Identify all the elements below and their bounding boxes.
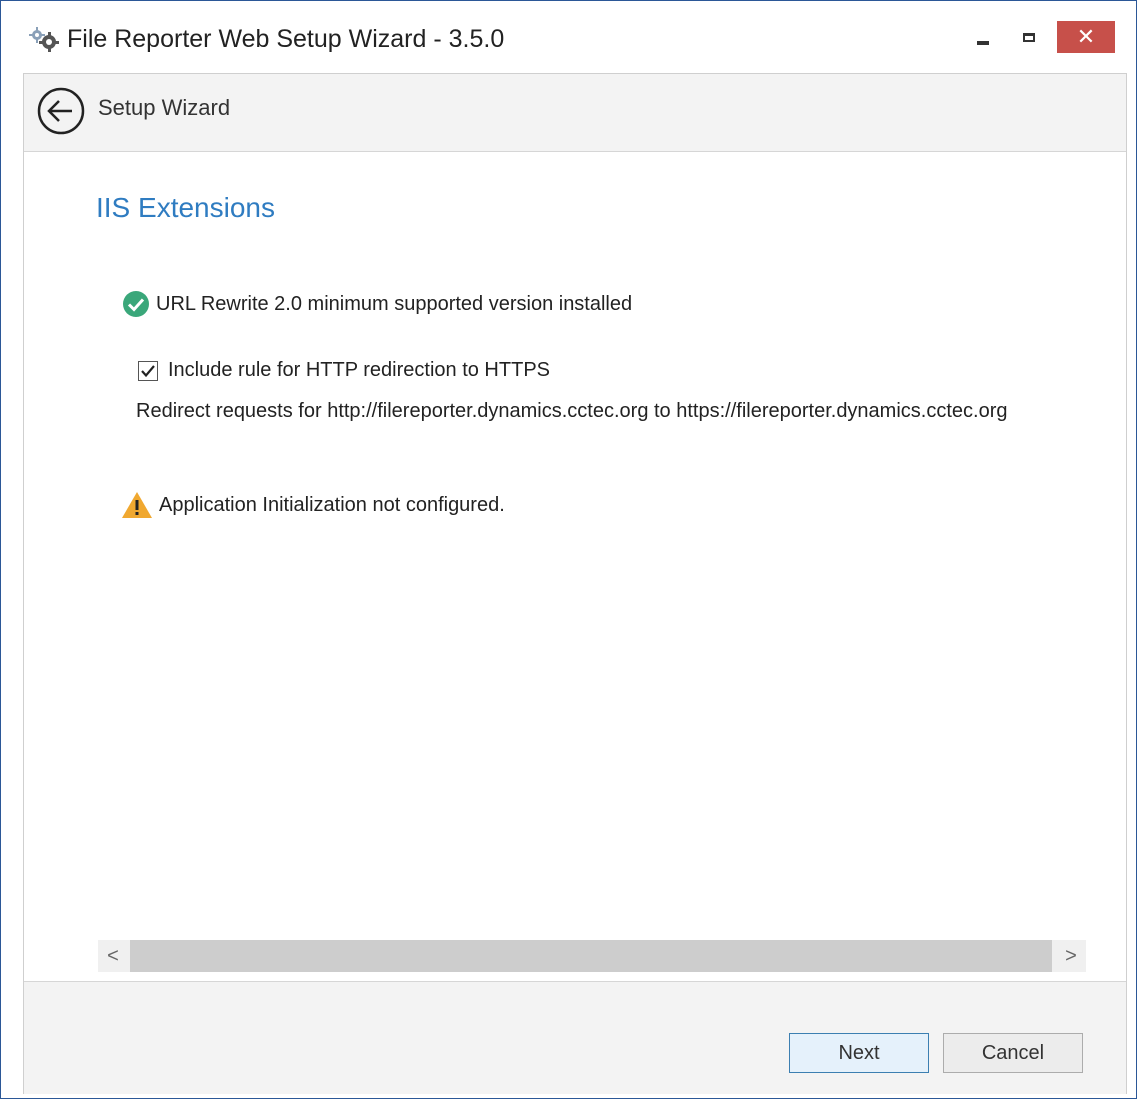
close-button[interactable]: ✕ xyxy=(1057,21,1115,53)
close-icon: ✕ xyxy=(1076,24,1096,49)
redirect-description: Redirect requests for http://filereporte… xyxy=(136,400,1008,422)
horizontal-scrollbar[interactable]: < > xyxy=(98,940,1086,972)
back-arrow-icon xyxy=(37,87,85,135)
window-title: File Reporter Web Setup Wizard - 3.5.0 xyxy=(67,25,505,53)
gear-icon xyxy=(27,27,63,53)
check-circle-icon xyxy=(123,291,149,317)
setup-wizard-window: File Reporter Web Setup Wizard - 3.5.0 ✕… xyxy=(0,0,1137,1099)
checkmark-icon xyxy=(141,364,155,377)
https-rule-label[interactable]: Include rule for HTTP redirection to HTT… xyxy=(168,359,550,382)
scrollbar-thumb[interactable] xyxy=(130,940,1052,972)
title-bar[interactable]: File Reporter Web Setup Wizard - 3.5.0 ✕ xyxy=(1,1,1136,73)
app-init-warning: Application Initialization not configure… xyxy=(121,491,505,519)
back-button[interactable] xyxy=(36,86,86,136)
scroll-left-icon[interactable]: < xyxy=(98,940,128,972)
app-init-warning-text: Application Initialization not configure… xyxy=(159,493,505,516)
header-title: Setup Wizard xyxy=(98,95,231,120)
warning-triangle-icon xyxy=(122,492,152,518)
maximize-icon xyxy=(1023,32,1035,42)
page-title: IIS Extensions xyxy=(96,192,275,223)
maximize-button[interactable] xyxy=(1011,21,1047,53)
url-rewrite-status-text: URL Rewrite 2.0 minimum supported versio… xyxy=(156,292,633,315)
next-button[interactable]: Next xyxy=(789,1033,929,1073)
cancel-button[interactable]: Cancel xyxy=(943,1033,1083,1073)
minimize-icon xyxy=(977,41,989,45)
https-rule-option[interactable]: Include rule for HTTP redirection to HTT… xyxy=(138,359,550,382)
wizard-header: Setup Wizard xyxy=(24,74,1126,152)
wizard-panel: Setup Wizard IIS Extensions URL Rewrite … xyxy=(23,73,1127,1094)
minimize-button[interactable] xyxy=(965,21,1001,53)
url-rewrite-status: URL Rewrite 2.0 minimum supported versio… xyxy=(122,290,632,318)
scroll-right-icon[interactable]: > xyxy=(1056,940,1086,972)
wizard-footer: Next Cancel xyxy=(24,981,1126,1094)
https-rule-checkbox[interactable] xyxy=(138,360,158,381)
